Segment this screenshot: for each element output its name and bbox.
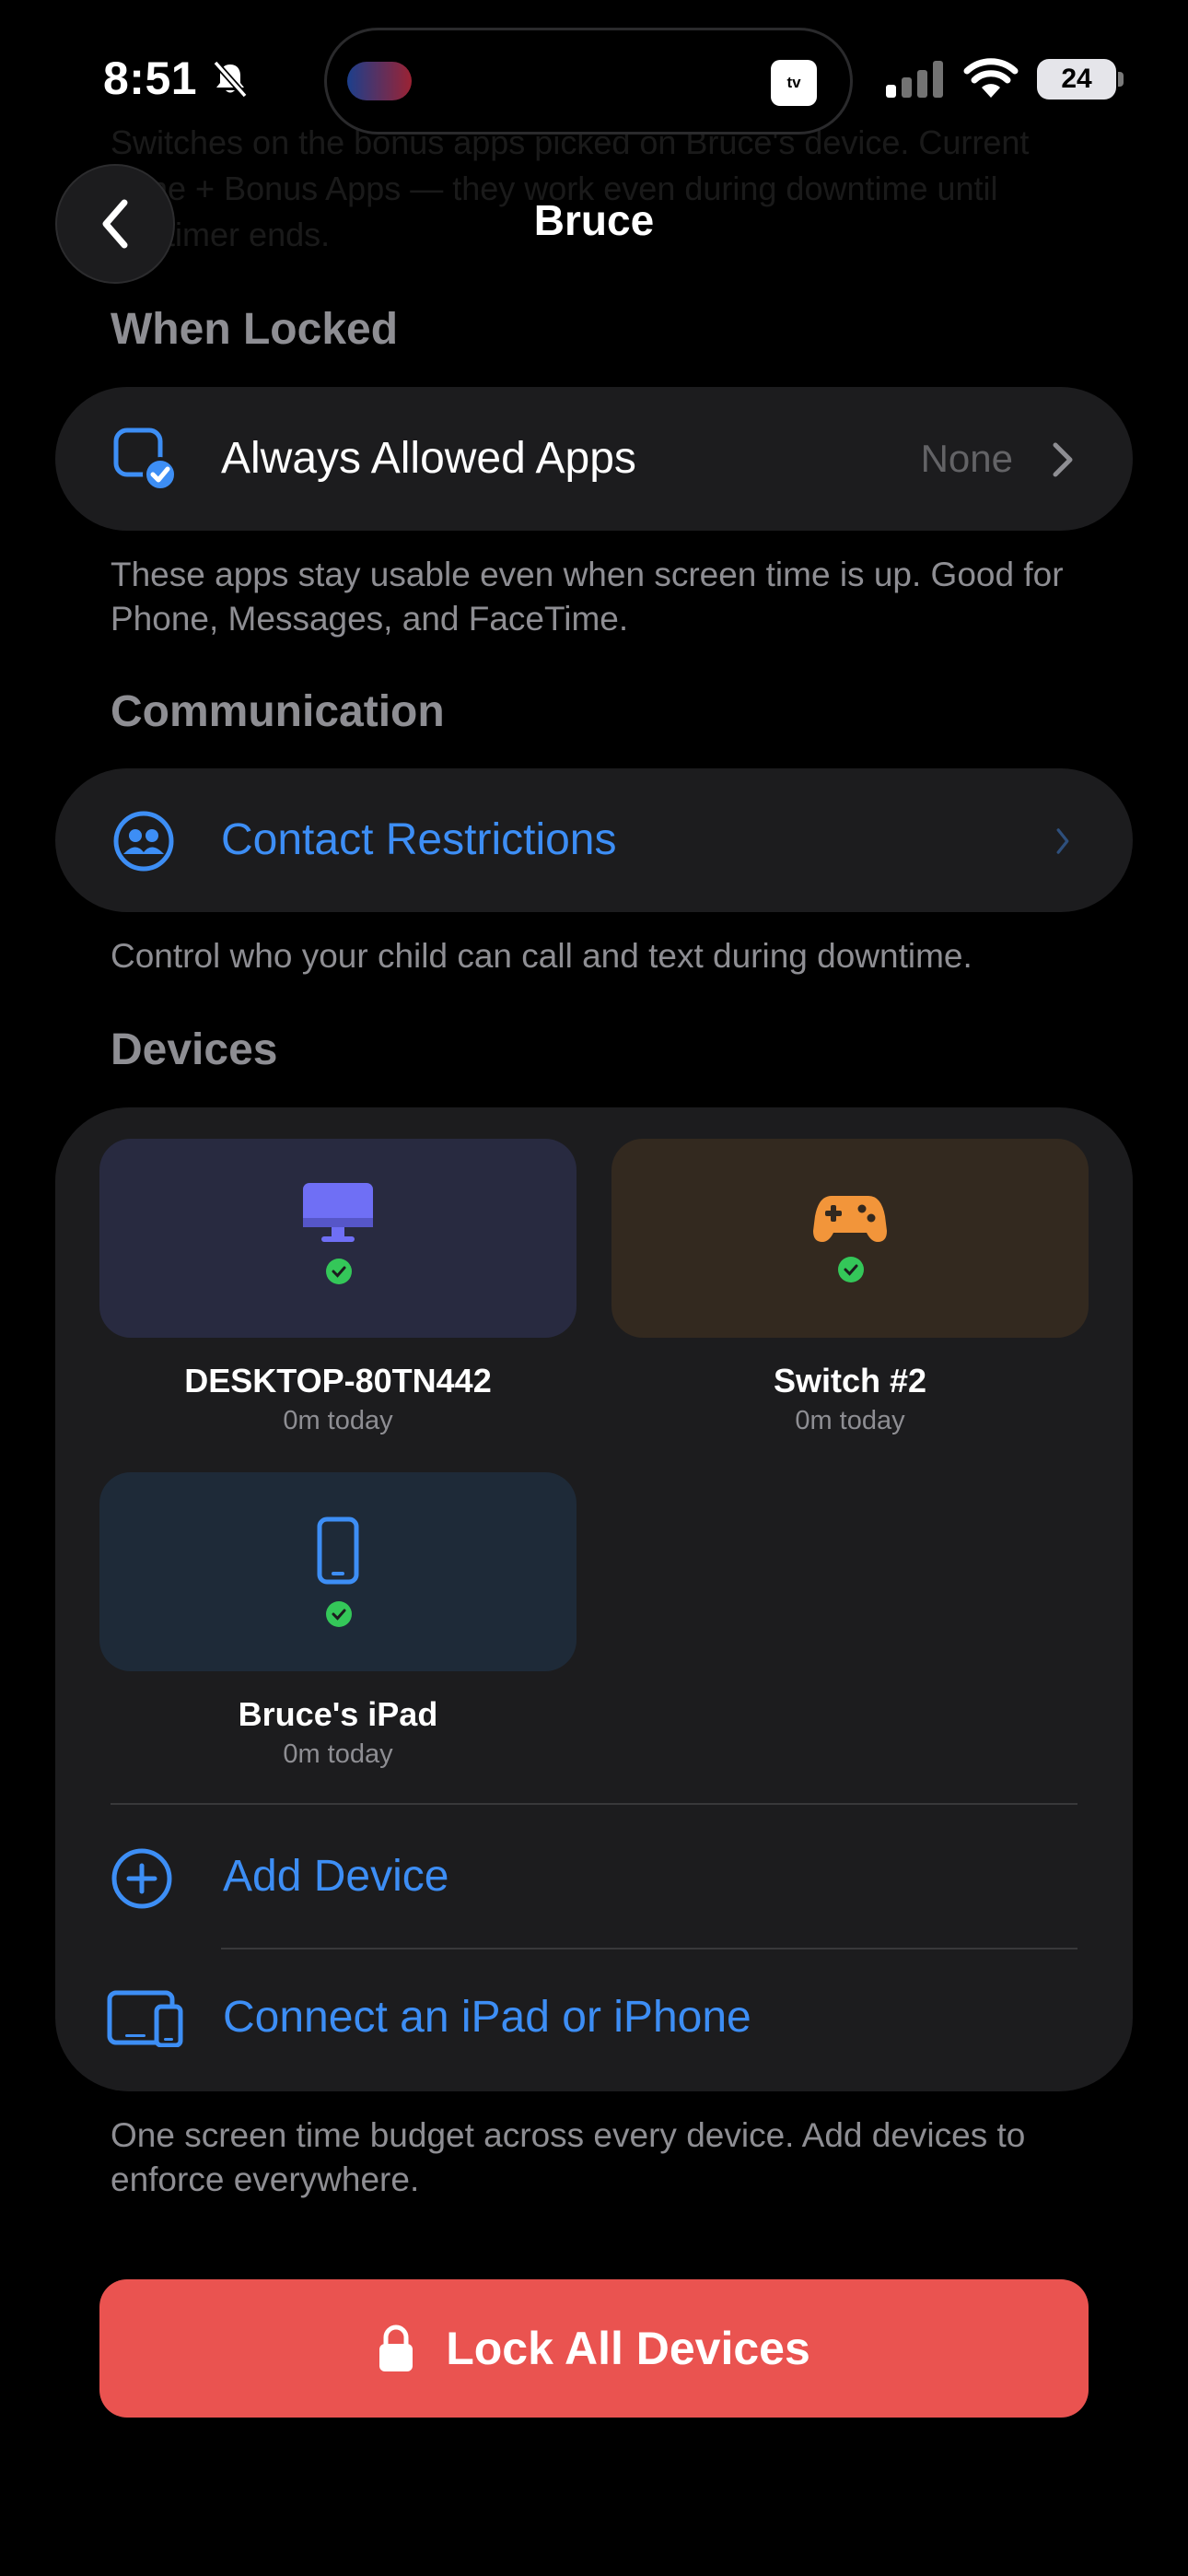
- lock-all-devices-button[interactable]: Lock All Devices: [99, 2279, 1089, 2418]
- app-checkmark-icon: [113, 427, 177, 492]
- chevron-right-icon: [1053, 442, 1073, 477]
- dynamic-island[interactable]: tv: [324, 28, 853, 135]
- add-device-button[interactable]: Add Device: [55, 1805, 1133, 1949]
- contact-restrictions-label: Contact Restrictions: [221, 815, 617, 864]
- device-name: Switch #2: [773, 1362, 927, 1399]
- online-check-icon: [326, 1259, 352, 1284]
- battery-icon: 24: [1037, 59, 1124, 100]
- device-usage: 0m today: [283, 1739, 393, 1769]
- page-title: Bruce: [533, 196, 655, 244]
- when-locked-footnote: These apps stay usable even when screen …: [111, 556, 1064, 638]
- live-activity-artwork: [347, 62, 412, 100]
- section-header-when-locked: When Locked: [111, 305, 399, 354]
- online-check-icon: [326, 1601, 352, 1627]
- wifi-icon: [963, 58, 1019, 98]
- add-device-label: Add Device: [223, 1852, 449, 1901]
- always-allowed-apps-value: None: [920, 437, 1013, 480]
- device-usage: 0m today: [283, 1406, 393, 1435]
- lock-icon: [379, 2324, 413, 2371]
- online-check-icon: [838, 1257, 864, 1282]
- bell-slash-icon: [213, 60, 248, 99]
- device-tile-ipad[interactable]: [99, 1472, 577, 1671]
- device-tile-switch[interactable]: [611, 1139, 1089, 1338]
- ipad-icon: [317, 1516, 359, 1585]
- lock-all-devices-label: Lock All Devices: [446, 2323, 810, 2374]
- always-allowed-apps-row[interactable]: Always Allowed Apps None: [55, 387, 1133, 531]
- device-name: Bruce's iPad: [238, 1695, 438, 1733]
- status-bar: 8:51 tv 24: [0, 0, 1188, 157]
- ipad-iphone-icon: [107, 1990, 183, 2047]
- contact-restrictions-row[interactable]: Contact Restrictions: [55, 768, 1133, 912]
- battery-level: 24: [1037, 59, 1116, 100]
- section-header-devices: Devices: [111, 1025, 278, 1074]
- cellular-signal-icon: [886, 61, 945, 98]
- device-tile-desktop[interactable]: [99, 1139, 577, 1338]
- section-header-communication: Communication: [111, 687, 445, 736]
- device-usage: 0m today: [795, 1406, 905, 1435]
- connect-ipad-iphone-button[interactable]: Connect an iPad or iPhone: [55, 1950, 1133, 2088]
- status-time: 8:51: [103, 53, 198, 104]
- plus-circle-icon: [111, 1848, 172, 1909]
- contacts-icon: [113, 811, 174, 872]
- connect-ipad-iphone-label: Connect an iPad or iPhone: [223, 1993, 751, 2042]
- chevron-right-icon: [1056, 828, 1069, 854]
- gamepad-icon: [813, 1196, 887, 1242]
- devices-footnote: One screen time budget across every devi…: [111, 2116, 1026, 2198]
- devices-card: DESKTOP-80TN442 0m today Switch #2 0m to…: [55, 1107, 1133, 2091]
- desktop-icon: [303, 1183, 373, 1242]
- always-allowed-apps-label: Always Allowed Apps: [221, 434, 636, 483]
- communication-footnote: Control who your child can call and text…: [111, 937, 973, 975]
- device-name: DESKTOP-80TN442: [184, 1362, 492, 1399]
- apple-tv-icon: tv: [771, 60, 817, 106]
